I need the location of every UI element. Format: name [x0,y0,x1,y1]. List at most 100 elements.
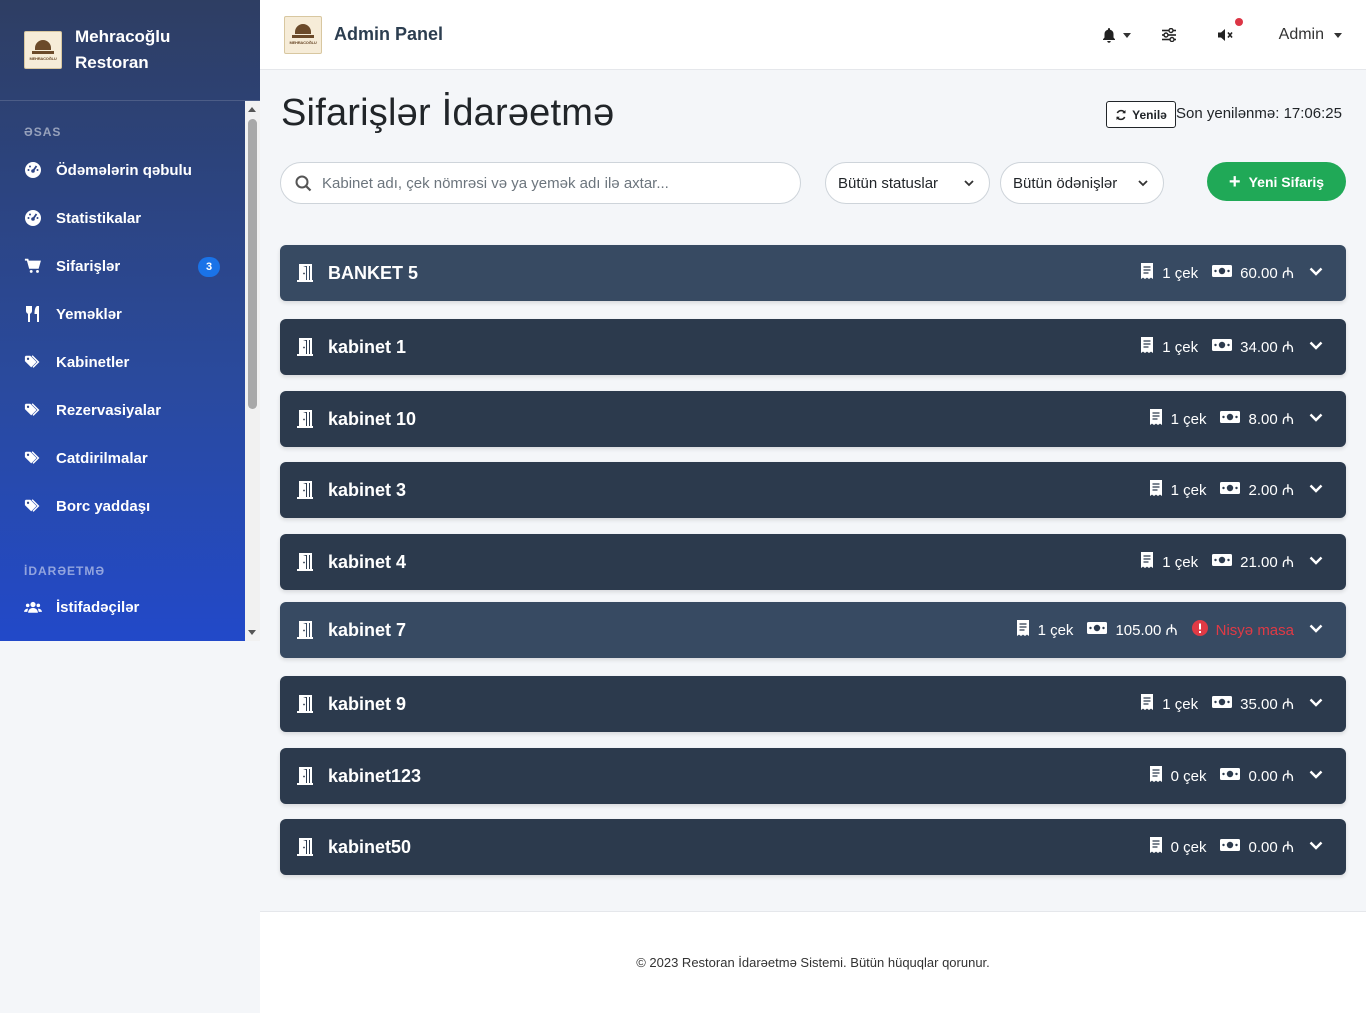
cabinet-row-kabinet50[interactable]: kabinet50 0 çek 0.00 ₼ [280,819,1346,875]
new-order-button[interactable]: + Yeni Sifariş [1207,162,1346,201]
sidebar-item-sifari-l-r[interactable]: Sifarişlər 3 [0,242,245,290]
cabinet-total: 8.00 ₼ [1248,411,1294,428]
sidebar-item-kabinetler[interactable]: Kabinetler [0,338,245,386]
settings-sliders-button[interactable] [1161,28,1177,42]
cabinet-total: 2.00 ₼ [1248,482,1294,499]
door-icon [294,693,316,715]
status-filter-select[interactable]: Bütün statuslar [825,162,990,204]
tachometer-icon [24,161,42,179]
cabinet-total: 0.00 ₼ [1248,768,1294,785]
scroll-down-arrow-icon[interactable] [248,630,256,635]
door-icon [294,479,316,501]
cabinet-total: 105.00 ₼ [1115,622,1178,639]
search-icon [295,175,312,191]
footer: © 2023 Restoran İdarəetmə Sistemi. Bütün… [260,911,1366,1013]
receipt-icon [1149,837,1171,857]
sidebar-item-label: Rezervasiyalar [56,401,162,419]
chevron-down-icon[interactable] [1308,263,1332,283]
topbar-logo: MEHRACOĞLU [284,15,322,54]
receipt-icon [1149,766,1171,786]
tachometer-icon [24,209,42,227]
door-icon [294,619,316,641]
cabinet-total: 21.00 ₼ [1240,554,1294,571]
scroll-up-arrow-icon[interactable] [248,107,256,112]
sidebar-brand[interactable]: MEHRACOĞLU Mehracoğlu Restoran [0,0,260,101]
refresh-button[interactable]: Yenilə [1106,101,1176,128]
cabinet-name: kabinet 9 [328,693,407,714]
sidebar-item-statistikalar[interactable]: Statistikalar [0,194,245,242]
cabinet-row-kabinet-7[interactable]: kabinet 7 1 çek 105.00 ₼ Nisyə masa [280,602,1346,658]
money-bill-icon [1212,338,1240,356]
chevron-down-icon[interactable] [1308,337,1332,357]
check-count: 1 çek [1162,695,1199,713]
sliders-icon [1161,28,1176,42]
door-icon [294,408,316,430]
chevron-down-icon[interactable] [1308,766,1332,786]
notifications-button[interactable] [1101,27,1131,43]
money-bill-icon [1212,553,1240,571]
cabinet-total: 0.00 ₼ [1248,839,1294,856]
topbar: MEHRACOĞLU Admin Panel Admin [260,0,1366,70]
cabinet-row-banket-5[interactable]: BANKET 5 1 çek 60.00 ₼ [280,245,1346,301]
sidebar-item-label: Kabinetler [56,353,130,371]
money-bill-icon [1212,695,1240,713]
sidebar: MEHRACOĞLU Mehracoğlu Restoran ƏSAS Ödəm… [0,0,260,641]
receipt-icon [1140,263,1162,283]
door-icon [294,551,316,573]
users-icon [24,598,42,616]
chevron-down-icon[interactable] [1308,480,1332,500]
sound-toggle-button[interactable] [1217,18,1243,42]
cabinet-name: kabinet 4 [328,551,407,572]
door-icon [294,836,316,858]
sidebar-item-rezervasiyalar[interactable]: Rezervasiyalar [0,386,245,434]
sidebar-item-label: Borc yaddaşı [56,497,151,515]
sidebar-item-label: Yeməklər [56,305,122,323]
cabinet-row-kabinet123[interactable]: kabinet123 0 çek 0.00 ₼ [280,748,1346,804]
sidebar-scrollbar[interactable] [245,101,260,641]
user-menu[interactable]: Admin [1279,26,1342,44]
cabinet-row-kabinet-1[interactable]: kabinet 1 1 çek 34.00 ₼ [280,319,1346,375]
sidebar-item-borc-yadda-[interactable]: Borc yaddaşı [0,482,245,530]
chevron-down-icon[interactable] [1308,694,1332,714]
brand-name: Mehracoğlu Restoran [75,27,171,72]
cabinet-name: kabinet 1 [328,336,407,357]
cabinet-name: kabinet 10 [328,408,417,429]
receipt-icon [1149,480,1171,500]
notification-dot [1234,18,1243,26]
check-count: 1 çek [1162,553,1199,571]
payment-filter-select[interactable]: Bütün ödənişlər [1000,162,1164,204]
chevron-down-icon [964,180,974,187]
sidebar-section-title: İDARƏETMƏ [24,564,106,578]
tag-icon [24,401,42,419]
scrollbar-thumb[interactable] [248,119,257,409]
receipt-icon [1140,694,1162,714]
orders-count-badge: 3 [198,257,220,277]
search-box[interactable] [280,162,801,204]
chevron-down-icon[interactable] [1308,552,1332,572]
receipt-icon [1140,552,1162,572]
cart-icon [24,257,42,275]
door-icon [294,262,316,284]
refresh-icon [1116,109,1126,120]
money-bill-icon [1220,838,1248,856]
cabinet-row-kabinet-3[interactable]: kabinet 3 1 çek 2.00 ₼ [280,462,1346,518]
search-input[interactable] [322,174,782,192]
chevron-down-icon[interactable] [1308,620,1332,640]
door-icon [294,765,316,787]
alert-circle-icon [1191,620,1216,640]
tag-icon [24,353,42,371]
sidebar-section-title: ƏSAS [24,125,62,139]
sidebar-item-i-stifad-il-r[interactable]: İstifadəçilər [0,583,245,631]
chevron-down-icon[interactable] [1308,409,1332,429]
sidebar-item-label: Sifarişlər [56,257,121,275]
check-count: 1 çek [1170,481,1207,499]
cabinet-row-kabinet-9[interactable]: kabinet 9 1 çek 35.00 ₼ [280,676,1346,732]
sidebar-item--d-m-l-rin-q-bulu[interactable]: Ödəmələrin qəbulu [0,146,245,194]
chevron-down-icon[interactable] [1308,837,1332,857]
cabinet-row-kabinet-10[interactable]: kabinet 10 1 çek 8.00 ₼ [280,391,1346,447]
cabinet-row-kabinet-4[interactable]: kabinet 4 1 çek 21.00 ₼ [280,534,1346,590]
chevron-down-icon [1138,180,1148,187]
sidebar-item-catdirilmalar[interactable]: Catdirilmalar [0,434,245,482]
sidebar-item-yem-kl-r[interactable]: Yeməklər [0,290,245,338]
check-count: 1 çek [1162,264,1199,282]
